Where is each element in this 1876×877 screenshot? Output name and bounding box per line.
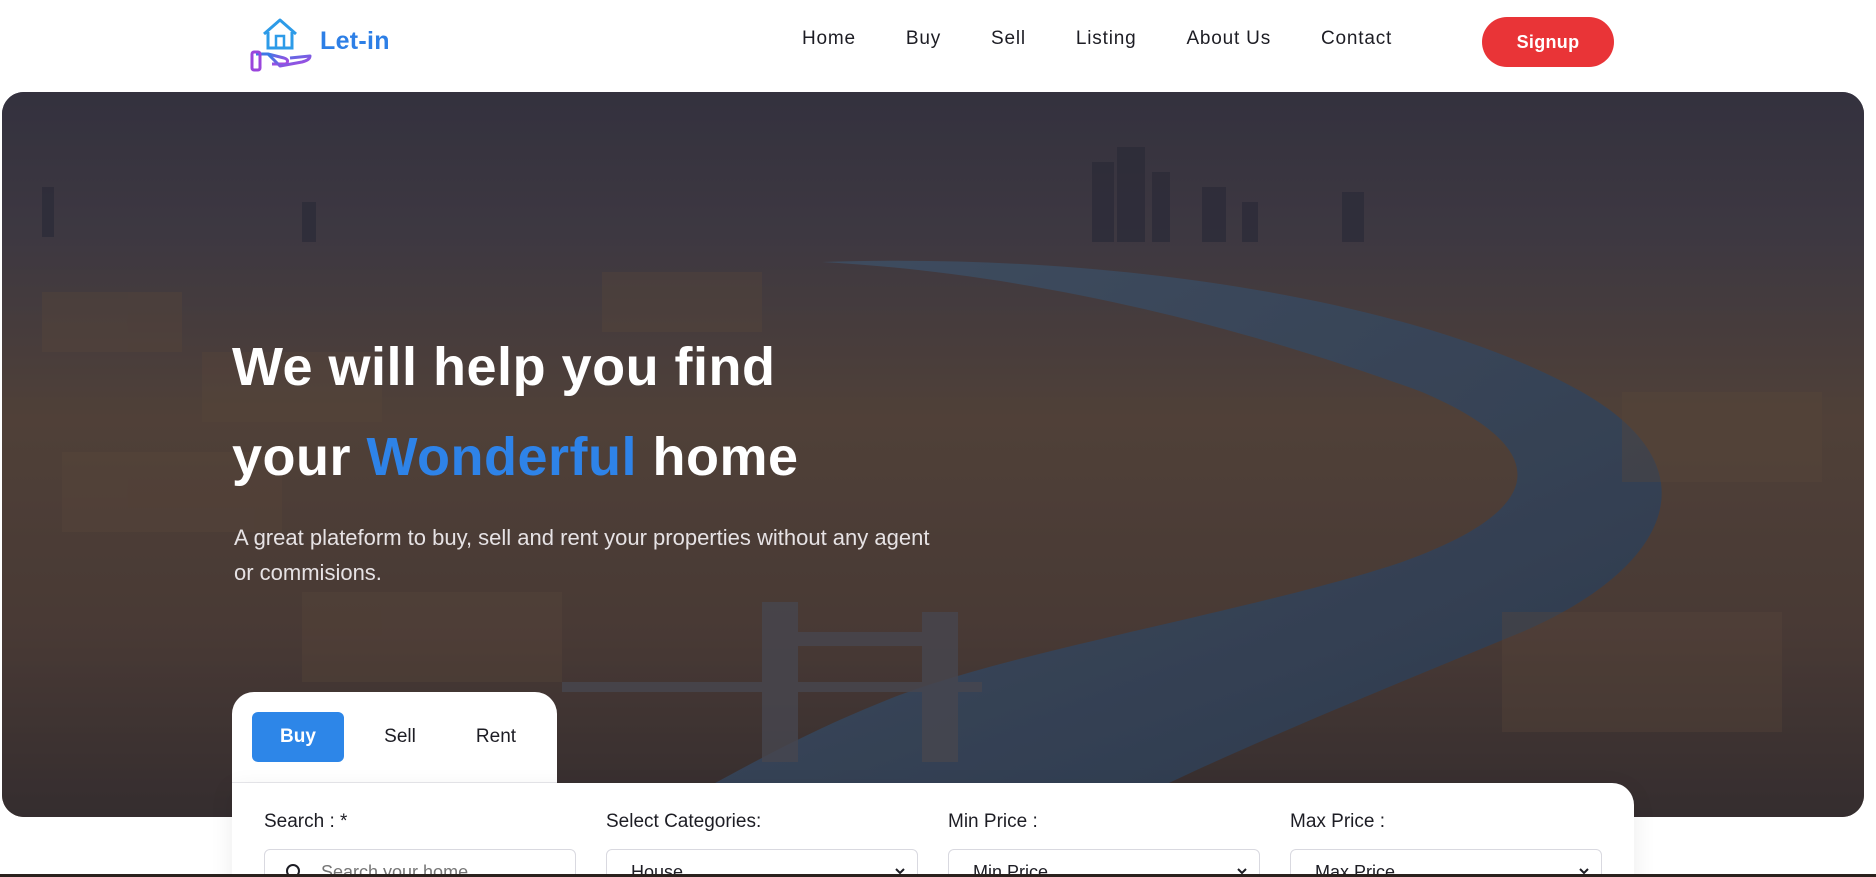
signup-button[interactable]: Signup [1482, 17, 1614, 67]
min-price-field-group: Min Price : Min Price [948, 811, 1260, 877]
tab-sell[interactable]: Sell [354, 712, 446, 762]
search-label: Search : * [264, 811, 348, 832]
tab-buy[interactable]: Buy [252, 712, 344, 762]
hero-title-line-2-pre: your [232, 427, 367, 487]
site-header: Let-in Home Buy Sell Listing About Us Co… [0, 0, 1876, 92]
nav-contact[interactable]: Contact [1321, 28, 1392, 50]
nav-buy[interactable]: Buy [906, 28, 941, 50]
max-price-label: Max Price : [1290, 811, 1386, 832]
hero-title-line-2-post: home [637, 427, 799, 487]
hero-subtitle: A great plateform to buy, sell and rent … [234, 525, 930, 585]
category-select[interactable]: House [606, 849, 918, 877]
house-in-hand-icon [250, 18, 312, 72]
brand-logo[interactable]: Let-in [250, 10, 390, 76]
brand-name: Let-in [320, 26, 390, 55]
nav-listing[interactable]: Listing [1076, 28, 1137, 50]
tab-rent[interactable]: Rent [450, 712, 542, 762]
hero-title: We will help you find your Wonderful hom… [232, 322, 799, 502]
max-price-select[interactable]: Max Price [1290, 849, 1602, 877]
min-price-label: Min Price : [948, 811, 1038, 832]
category-label: Select Categories: [606, 811, 762, 832]
nav-about-us[interactable]: About Us [1186, 28, 1271, 50]
property-search-panel: Search : * Select Categories: House Min … [232, 783, 1634, 877]
main-nav: Home Buy Sell Listing About Us Contact [802, 28, 1392, 50]
min-price-select[interactable]: Min Price [948, 849, 1260, 877]
hero-title-accent-word: Wonderful [366, 427, 637, 487]
hero-title-line-1: We will help you find [232, 337, 776, 397]
nav-home[interactable]: Home [802, 28, 856, 50]
search-field-group: Search : * [264, 811, 576, 877]
category-field-group: Select Categories: House [606, 811, 918, 877]
search-tabs: Buy Sell Rent [232, 692, 557, 792]
max-price-field-group: Max Price : Max Price [1290, 811, 1602, 877]
search-input-box[interactable] [264, 849, 576, 877]
nav-sell[interactable]: Sell [991, 28, 1026, 50]
